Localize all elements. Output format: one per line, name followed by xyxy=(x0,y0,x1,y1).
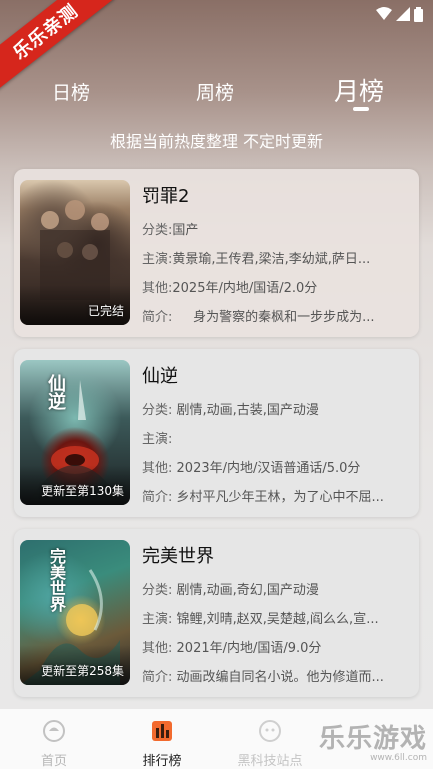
wifi-icon xyxy=(376,7,392,20)
item-cast: 主演: 锦鲤,刘晴,赵双,吴楚越,阎么么,宣... xyxy=(142,612,379,626)
tab-day[interactable]: 日榜 xyxy=(52,78,90,105)
item-info: 完美世界 分类: 剧情,动画,奇幻,国产动漫 主演: 锦鲤,刘晴,赵双,吴楚越,… xyxy=(142,542,410,684)
item-title: 仙逆 xyxy=(142,366,178,387)
item-info: 仙逆 分类: 剧情,动画,古装,国产动漫 主演: 其他: 2023年/内地/汉语… xyxy=(142,362,410,504)
tech-site-icon xyxy=(259,720,281,742)
watermark: 乐乐游戏 www.6ll.com xyxy=(319,718,427,763)
poster-image: 已完结 xyxy=(20,180,130,325)
poster-title: 仙逆 xyxy=(45,374,66,410)
subtitle: 根据当前热度整理 不定时更新 xyxy=(109,132,324,151)
status-bar xyxy=(376,6,423,22)
tab-week[interactable]: 周榜 xyxy=(196,78,234,105)
item-category: 分类: 剧情,动画,奇幻,国产动漫 xyxy=(142,583,319,597)
status-badge: 更新至第130集 xyxy=(41,484,124,498)
battery-icon xyxy=(414,6,423,22)
watermark-brand: 乐乐游戏 xyxy=(318,724,427,754)
item-intro: 简介: 动画改编自同名小说。他为修道而... xyxy=(142,670,384,684)
poster-image: 完美世界 更新至第258集 xyxy=(20,540,130,685)
signal-icon xyxy=(396,7,410,21)
home-icon xyxy=(43,720,65,742)
item-title: 完美世界 xyxy=(142,546,214,567)
poster-title: 完美世界 xyxy=(47,548,66,612)
list-item[interactable]: 完美世界 更新至第258集 完美世界 分类: 剧情,动画,奇幻,国产动漫 主演:… xyxy=(14,529,419,697)
item-other: 其他: 2021年/内地/国语/9.0分 xyxy=(142,641,322,655)
poster-image: 仙逆 更新至第130集 xyxy=(20,360,130,505)
item-intro: 简介: 乡村平凡少年王林，为了心中不屈... xyxy=(142,490,384,504)
tab-month[interactable]: 月榜 xyxy=(334,72,384,108)
item-intro: 简介: 身为警察的秦枫和一步步成为... xyxy=(142,310,375,324)
item-other: 其他:2025年/内地/国语/2.0分 xyxy=(142,281,318,295)
ranking-icon xyxy=(152,721,172,741)
item-other: 其他: 2023年/内地/汉语普通话/5.0分 xyxy=(142,461,361,475)
list-item[interactable]: 已完结 罚罪2 分类:国产 主演:黄景瑜,王传君,梁洁,李幼斌,萨日... 其他… xyxy=(14,169,419,337)
item-cast: 主演: xyxy=(142,432,173,446)
item-category: 分类:国产 xyxy=(142,223,199,237)
item-category: 分类: 剧情,动画,古装,国产动漫 xyxy=(142,403,319,417)
status-badge: 已完结 xyxy=(87,304,124,318)
rank-tabs: 日榜 周榜 月榜 xyxy=(0,72,433,112)
item-cast: 主演:黄景瑜,王传君,梁洁,李幼斌,萨日... xyxy=(142,252,371,266)
nav-tech-sites[interactable]: 黑科技站点 xyxy=(220,719,320,769)
item-info: 罚罪2 分类:国产 主演:黄景瑜,王传君,梁洁,李幼斌,萨日... 其他:202… xyxy=(142,182,410,324)
nav-rank[interactable]: 排行榜 xyxy=(112,719,212,769)
item-title: 罚罪2 xyxy=(142,186,190,207)
nav-home[interactable]: 首页 xyxy=(4,719,104,769)
tab-indicator xyxy=(353,107,369,111)
status-badge: 更新至第258集 xyxy=(41,664,124,678)
list-item[interactable]: 仙逆 更新至第130集 仙逆 分类: 剧情,动画,古装,国产动漫 主演: 其他:… xyxy=(14,349,419,517)
